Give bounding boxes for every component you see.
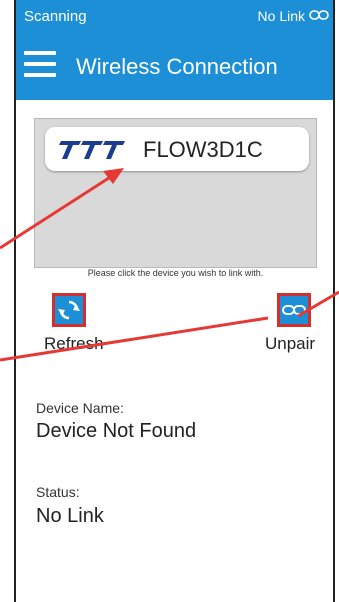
device-list-panel: FLOW3D1C (34, 118, 317, 268)
refresh-icon (58, 300, 80, 320)
unpair-label[interactable]: Unpair (265, 334, 315, 354)
scanning-status: Scanning (24, 8, 87, 25)
unpair-button[interactable] (277, 293, 311, 327)
instruction-text: Please click the device you wish to link… (87, 268, 264, 278)
hamburger-menu-icon[interactable] (24, 51, 56, 77)
status-bar: Scanning No Link (16, 0, 333, 32)
link-status: No Link (257, 8, 305, 24)
chain-link-icon (282, 305, 306, 315)
device-list-item[interactable]: FLOW3D1C (45, 127, 309, 171)
status-value: No Link (36, 505, 104, 527)
app-bar: Wireless Connection (16, 32, 333, 100)
chain-link-icon (309, 10, 329, 20)
ttt-brand-logo (59, 141, 125, 159)
refresh-button[interactable] (52, 293, 86, 327)
page-title: Wireless Connection (76, 54, 278, 79)
device-name: FLOW3D1C (143, 137, 263, 162)
status-label: Status: (36, 484, 80, 500)
device-name-value: Device Not Found (36, 420, 197, 442)
device-name-label: Device Name: (36, 400, 124, 416)
phone-screen: Scanning No Link Wireless Connection FLO… (14, 0, 335, 602)
refresh-label[interactable]: Refresh (44, 334, 104, 354)
